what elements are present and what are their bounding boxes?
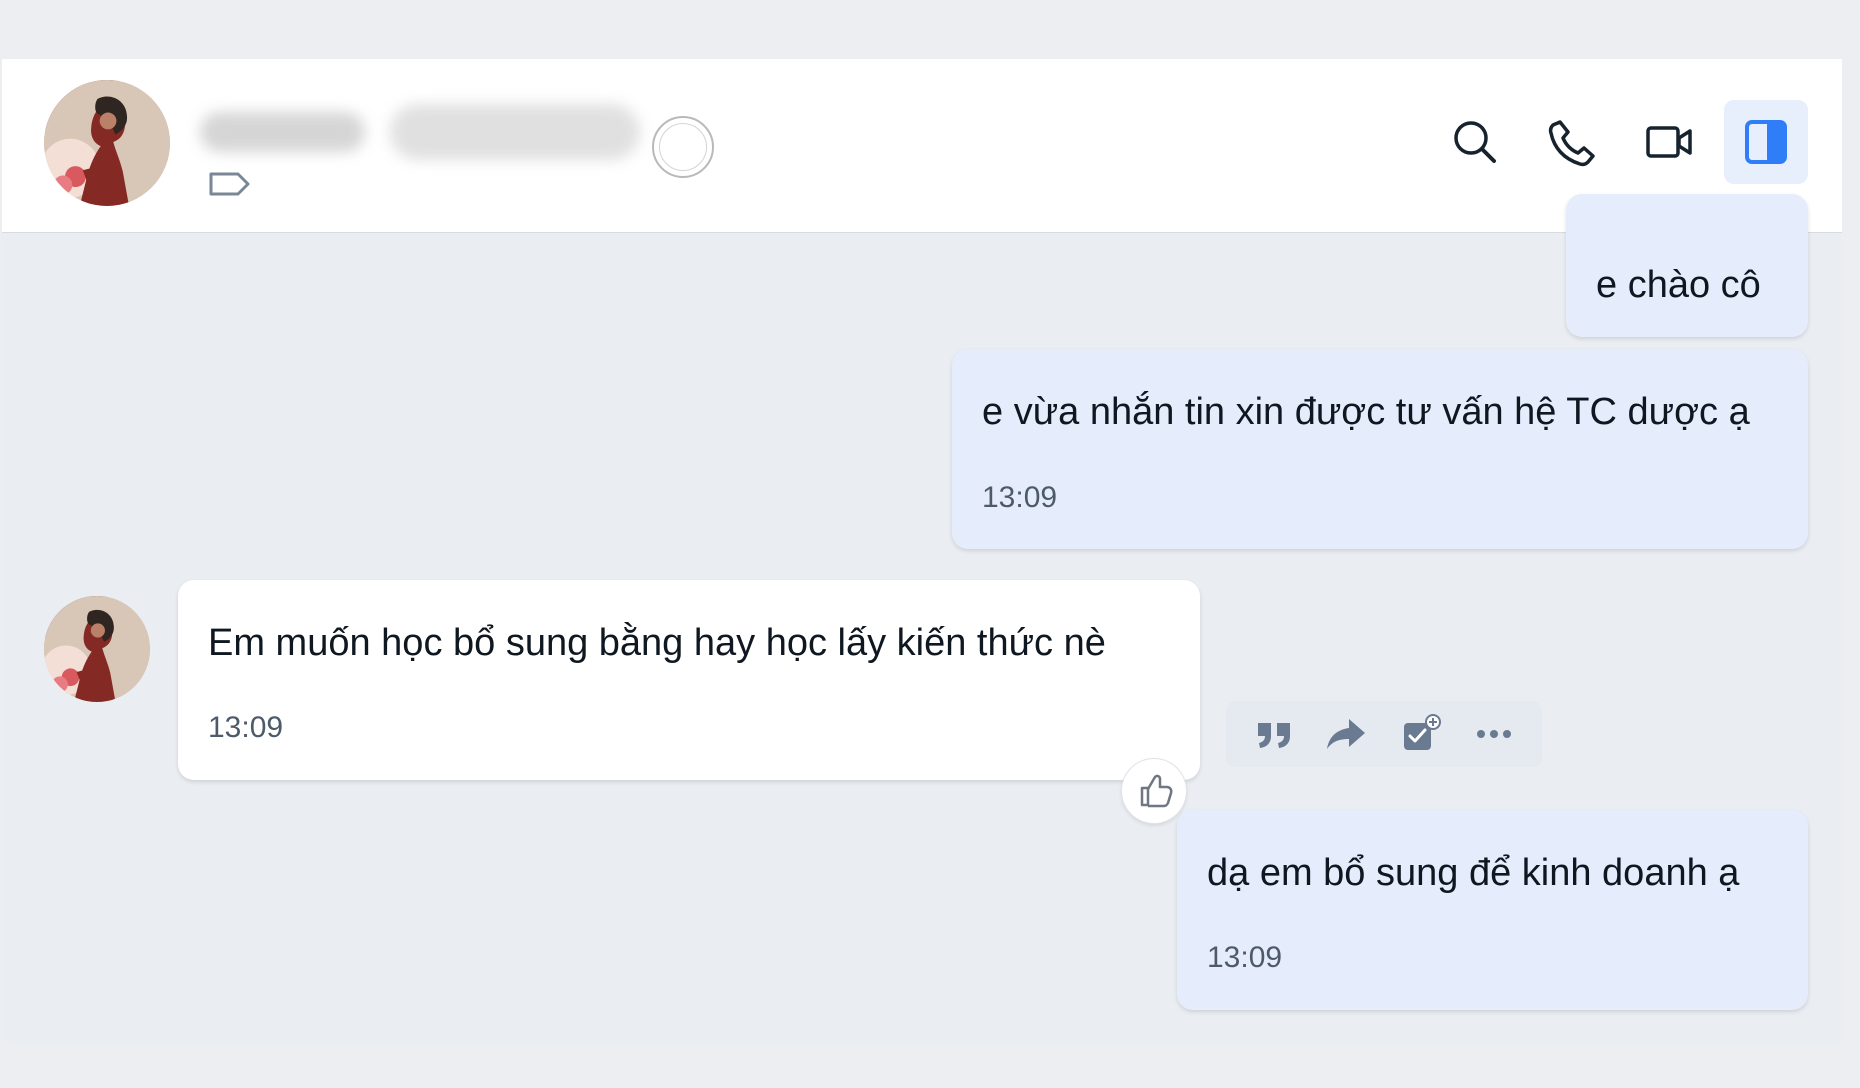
quote-icon — [1257, 723, 1290, 748]
outgoing-message[interactable]: e chào cô — [1566, 194, 1808, 337]
forward-icon — [1327, 719, 1366, 749]
message-time: 13:09 — [982, 481, 1058, 514]
message-text: e chào cô — [1596, 264, 1761, 306]
side-panel-button[interactable] — [1724, 100, 1808, 184]
phone-icon — [1548, 120, 1595, 167]
message-text: e vừa nhắn tin xin được tư vấn hệ TC dượ… — [982, 391, 1750, 433]
avatar-image — [44, 80, 170, 206]
add-task-button[interactable] — [1395, 708, 1447, 760]
blurred-name-part — [390, 104, 640, 160]
header-actions — [1433, 100, 1808, 184]
search-icon — [1454, 121, 1496, 163]
message-text: Em muốn học bổ sung bằng hay học lấy kiế… — [208, 622, 1106, 664]
forward-button[interactable] — [1321, 708, 1373, 760]
chat-window: e chào cô e vừa nhắn tin xin được tư vấn… — [2, 59, 1842, 1046]
blurred-name-part — [200, 112, 365, 152]
search-button[interactable] — [1433, 100, 1517, 184]
more-icon — [1477, 730, 1512, 738]
blurred-contact-name — [200, 94, 700, 172]
call-button[interactable] — [1530, 100, 1614, 184]
message-time: 13:09 — [208, 711, 284, 744]
quote-button[interactable] — [1248, 708, 1300, 760]
video-call-button[interactable] — [1627, 100, 1711, 184]
status-indicator-icon — [652, 116, 714, 178]
contact-avatar[interactable] — [44, 80, 170, 206]
outgoing-message[interactable]: dạ em bổ sung để kinh doanh ạ 13:09 — [1177, 810, 1808, 1010]
video-icon — [1646, 126, 1692, 158]
outgoing-message[interactable]: e vừa nhắn tin xin được tư vấn hệ TC dượ… — [952, 349, 1808, 549]
add-task-icon — [1403, 714, 1441, 750]
incoming-avatar[interactable] — [44, 596, 150, 702]
reaction-button[interactable] — [1122, 759, 1186, 823]
side-panel-icon — [1745, 120, 1787, 164]
tag-icon[interactable] — [207, 169, 253, 199]
avatar-image — [44, 596, 150, 702]
incoming-message[interactable]: Em muốn học bổ sung bằng hay học lấy kiế… — [178, 580, 1200, 780]
thumbs-up-icon — [1140, 774, 1173, 808]
message-time: 13:09 — [1207, 941, 1283, 974]
message-action-toolbar — [1226, 701, 1542, 767]
message-text: dạ em bổ sung để kinh doanh ạ — [1207, 852, 1740, 894]
more-options-button[interactable] — [1468, 708, 1520, 760]
message-list: e chào cô e vừa nhắn tin xin được tư vấn… — [2, 194, 1842, 1046]
